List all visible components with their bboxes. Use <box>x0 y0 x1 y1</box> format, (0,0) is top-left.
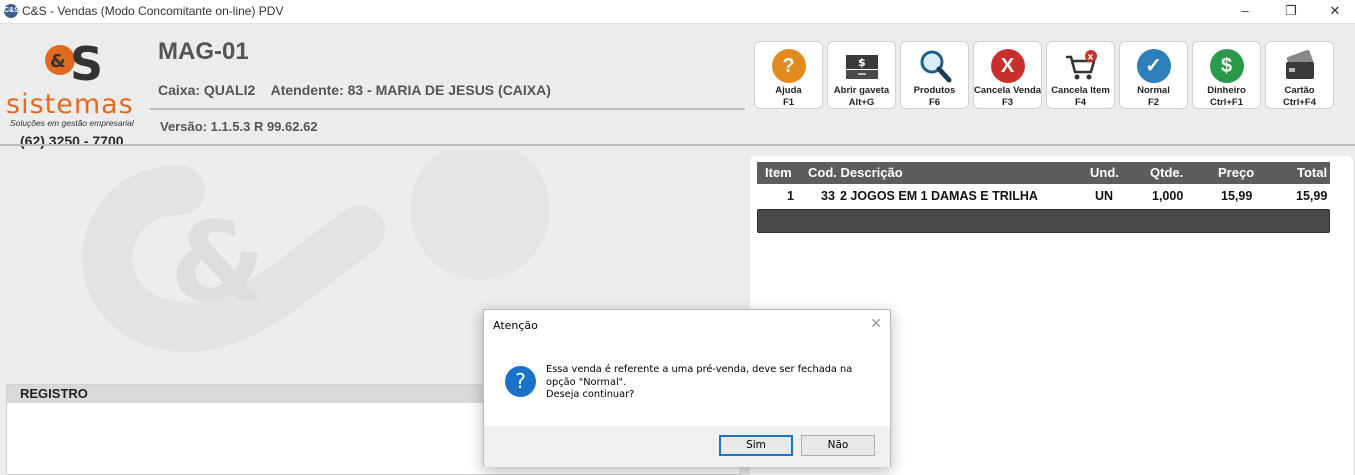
items-table-header: Item Cod. Descrição Und. Qtde. Preço Tot… <box>757 162 1330 184</box>
svg-text:$: $ <box>858 56 866 69</box>
svg-text:x: x <box>1087 53 1093 63</box>
no-button[interactable]: Não <box>801 435 875 456</box>
dialog-message: Essa venda é referente a uma pré-venda, … <box>546 364 876 402</box>
help-icon: ? <box>771 49 806 83</box>
cell-qtde: 1,000 <box>1152 189 1184 203</box>
items-table-footer-bar <box>757 209 1330 233</box>
logo-brand: sistemas <box>6 89 134 120</box>
minimize-button[interactable]: – <box>1222 0 1268 24</box>
col-total: Total <box>1297 165 1328 180</box>
cash-shortcut: Ctrl+F1 <box>1210 97 1243 108</box>
svg-text:&: & <box>170 198 266 326</box>
cash-drawer-icon: $ <box>845 55 878 79</box>
check-icon: ✓ <box>1136 49 1171 83</box>
open-drawer-label: Abrir gaveta <box>833 85 890 96</box>
cell-total: 15,99 <box>1296 189 1328 203</box>
cash-label: Dinheiro <box>1207 85 1246 96</box>
dialog-close-icon[interactable]: ✕ <box>870 316 882 332</box>
dialog-message-line1: Essa venda é referente a uma pré-venda, … <box>546 364 853 375</box>
attendant-label: Atendente: 83 - MARIA DE JESUS (CAIXA) <box>270 82 551 98</box>
cell-preco: 15,99 <box>1221 189 1253 203</box>
col-item: Item <box>765 165 792 180</box>
header-bottom-divider <box>0 144 1355 146</box>
cashier-info: Caixa: QUALI2 Atendente: 83 - MARIA DE J… <box>158 82 563 98</box>
confirm-dialog: Atenção ✕ ? Essa venda é referente a uma… <box>483 309 891 467</box>
header-divider <box>150 108 745 110</box>
caixa-label: Caixa: QUALI2 <box>158 82 256 98</box>
help-button[interactable]: ? Ajuda F1 <box>754 41 823 109</box>
cell-cod: 33 <box>821 189 835 203</box>
yes-button[interactable]: Sim <box>719 435 793 456</box>
question-icon: ? <box>505 366 536 397</box>
dialog-title: Atenção <box>493 319 538 332</box>
col-preco: Preço <box>1218 165 1255 180</box>
cancel-sale-shortcut: F3 <box>1001 97 1014 108</box>
cs-logo-mark: & S <box>45 37 103 86</box>
normal-button[interactable]: ✓ Normal F2 <box>1119 41 1188 109</box>
cancel-item-button[interactable]: x Cancela Item F4 <box>1046 41 1115 109</box>
version-label: Versão: 1.1.5.3 R 99.62.62 <box>160 119 318 134</box>
card-shortcut: Ctrl+F4 <box>1283 97 1316 108</box>
table-row[interactable]: 1 33 2 JOGOS EM 1 DAMAS E TRILHA UN 1,00… <box>757 186 1330 208</box>
cell-item: 1 <box>787 189 794 203</box>
cancel-item-shortcut: F4 <box>1074 97 1087 108</box>
help-label: Ajuda <box>775 85 802 96</box>
window-title: C&S - Vendas (Modo Concomitante on-line)… <box>22 4 284 18</box>
svg-text:&: & <box>50 51 66 72</box>
products-button[interactable]: Produtos F6 <box>900 41 969 109</box>
help-shortcut: F1 <box>782 97 795 108</box>
terminal-name: MAG-01 <box>158 38 249 65</box>
card-icon <box>1285 49 1314 79</box>
logo-tagline: Soluções em gestão empresarial <box>10 118 134 128</box>
cancel-item-label: Cancela Item <box>1051 85 1110 96</box>
open-drawer-button[interactable]: $ Abrir gaveta Alt+G <box>827 41 896 109</box>
products-shortcut: F6 <box>928 97 941 108</box>
cart-remove-icon: x <box>1065 50 1097 80</box>
support-phone: (62) 3250 - 7700 <box>20 133 124 149</box>
col-qtde: Qtde. <box>1150 165 1184 180</box>
cell-descricao: 2 JOGOS EM 1 DAMAS E TRILHA <box>840 189 1038 203</box>
dialog-button-bar: Sim Não <box>484 426 890 467</box>
cancel-sale-icon: X <box>990 49 1025 83</box>
cancel-sale-label: Cancela Venda <box>974 85 1042 96</box>
dialog-message-line3: Deseja continuar? <box>546 389 635 400</box>
col-und: Und. <box>1090 165 1119 180</box>
dialog-message-line2: opção "Normal". <box>546 376 627 388</box>
normal-label: Normal <box>1137 85 1170 96</box>
money-icon: $ <box>1209 49 1244 83</box>
company-logo: & S sistemas Soluções em gestão empresar… <box>6 34 151 149</box>
col-cod-descricao: Cod. Descrição <box>808 165 903 180</box>
cash-button[interactable]: $ Dinheiro Ctrl+F1 <box>1192 41 1261 109</box>
cancel-sale-button[interactable]: X Cancela Venda F3 <box>973 41 1042 109</box>
cell-und: UN <box>1095 189 1114 203</box>
close-window-button[interactable]: ✕ <box>1312 0 1355 24</box>
card-label: Cartão <box>1284 85 1315 96</box>
app-icon: C&S <box>4 4 19 18</box>
products-label: Produtos <box>913 85 956 96</box>
normal-shortcut: F2 <box>1147 97 1160 108</box>
window-title-bar: C&S C&S - Vendas (Modo Concomitante on-l… <box>0 0 1355 24</box>
svg-text:S: S <box>70 37 103 86</box>
open-drawer-shortcut: Alt+G <box>848 97 875 108</box>
search-icon <box>920 50 951 83</box>
card-button[interactable]: Cartão Ctrl+F4 <box>1265 41 1334 109</box>
maximize-button[interactable]: ❐ <box>1268 0 1314 24</box>
